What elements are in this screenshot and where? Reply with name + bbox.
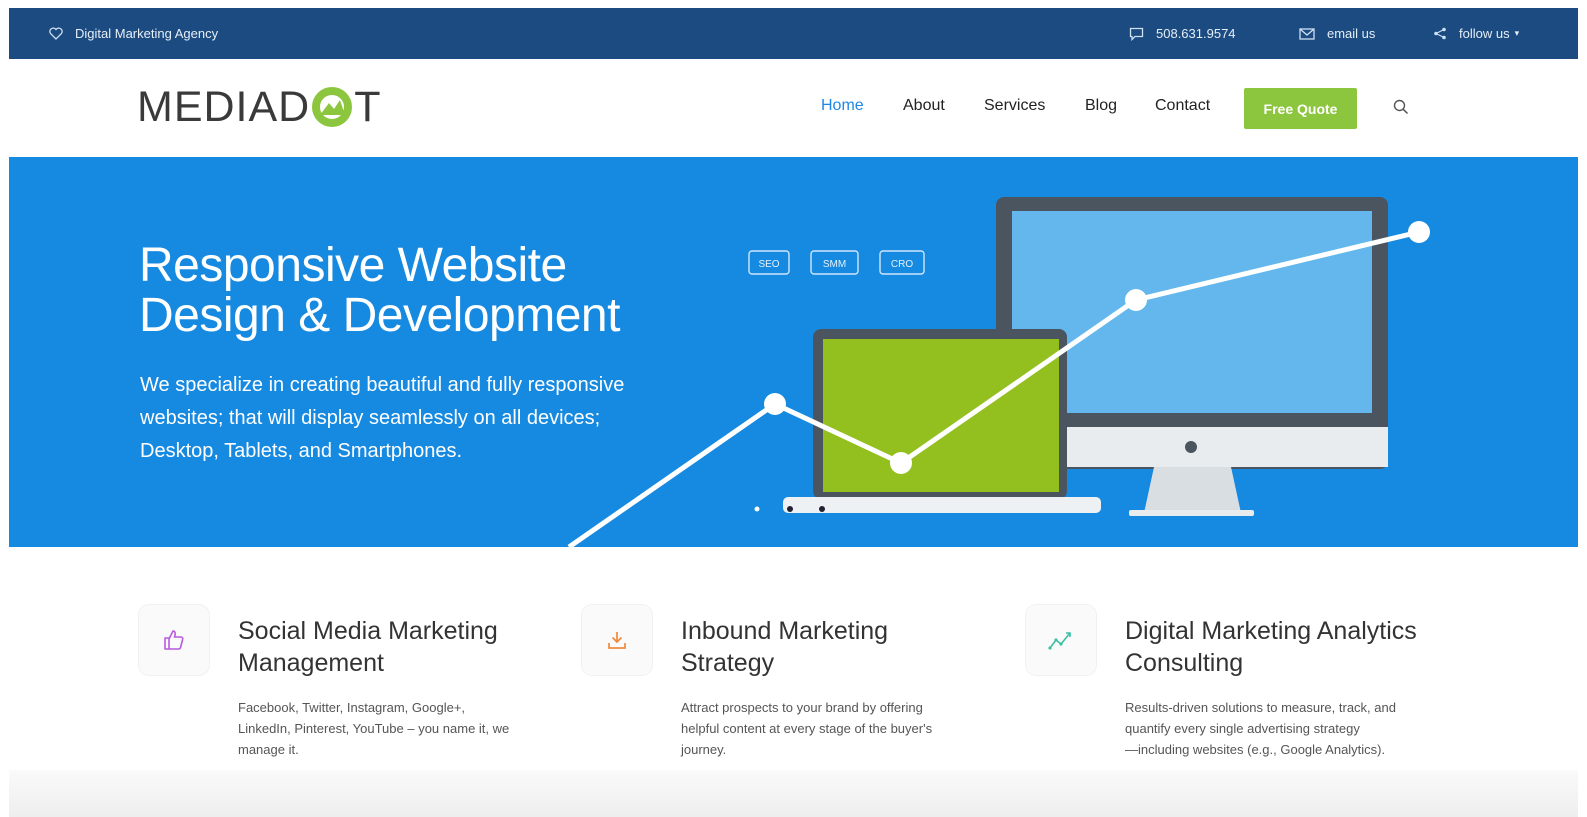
service-title-line2: Strategy (681, 649, 775, 677)
service-icon-box (1026, 605, 1096, 675)
top-bar: Digital Marketing Agency 508.631.9574 em… (9, 8, 1578, 59)
phone-number: 508.631.9574 (1156, 26, 1236, 41)
service-desc-line1: Facebook, Twitter, Instagram, Google+, (238, 700, 466, 715)
badge-smm-label: SMM (823, 259, 846, 270)
service-desc-line3: manage it. (238, 742, 299, 757)
chevron-down-icon: ▾ (1514, 28, 1520, 38)
service-desc-line2: helpful content at every stage of the bu… (681, 721, 933, 736)
badge-seo: SEO (748, 250, 790, 275)
follow-us-dropdown[interactable]: follow us ▾ (1433, 8, 1519, 59)
service-title-line2: Management (238, 649, 384, 677)
hero-body-line2: websites; that will display seamlessly o… (140, 407, 601, 429)
service-desc-line2: LinkedIn, Pinterest, YouTube – you name … (238, 721, 510, 736)
download-icon (608, 632, 626, 649)
service-title: Social Media Marketing Management (238, 615, 568, 679)
service-icon-box (582, 605, 652, 675)
trend-line-icon (1048, 632, 1071, 650)
phone-link[interactable]: 508.631.9574 (1129, 8, 1236, 59)
share-icon (1434, 27, 1446, 40)
service-desc-line3: —including websites (e.g., Google Analyt… (1125, 742, 1386, 757)
logo-dot-icon (312, 87, 353, 127)
search-icon[interactable] (1393, 99, 1409, 115)
service-desc-line1: Attract prospects to your brand by offer… (681, 700, 923, 715)
nav-blog[interactable]: Blog (1085, 97, 1117, 115)
logo-text-left: MEDIAD (137, 82, 311, 131)
service-desc-line3: journey. (681, 742, 727, 757)
heart-icon (49, 27, 63, 40)
hero-title-line1: Responsive Website (139, 239, 567, 292)
service-title: Digital Marketing Analytics Consulting (1125, 615, 1455, 679)
free-quote-button[interactable]: Free Quote (1244, 88, 1357, 129)
badge-seo-label: SEO (758, 259, 779, 270)
email-link[interactable]: email us (1299, 8, 1375, 59)
badge-smm: SMM (810, 250, 859, 275)
hero-body-line3: Desktop, Tablets, and Smartphones. (140, 440, 463, 462)
hero-title-line2: Design & Development (139, 289, 620, 342)
nav-contact[interactable]: Contact (1155, 97, 1210, 115)
hero-illustration: SEO SMM CRO (567, 197, 1430, 547)
follow-label: follow us (1459, 26, 1510, 41)
hero-body-line1: We specialize in creating beautiful and … (140, 374, 625, 396)
thumbs-up-icon (164, 630, 184, 650)
site-header: MEDIAD T Home About Services Blog Contac… (9, 59, 1578, 157)
tagline-text: Digital Marketing Agency (75, 26, 219, 41)
logo-text-right: T (354, 82, 382, 131)
badge-cro: CRO (879, 250, 925, 275)
nav-services[interactable]: Services (984, 97, 1045, 115)
service-title-line1: Inbound Marketing (681, 617, 889, 645)
badge-cro-label: CRO (891, 259, 913, 270)
hero-description: We specialize in creating beautiful and … (140, 369, 680, 468)
service-title: Inbound Marketing Strategy (681, 615, 1011, 679)
tagline: Digital Marketing Agency (49, 8, 218, 59)
chat-icon (1129, 27, 1144, 41)
nav-home[interactable]: Home (821, 97, 864, 115)
service-title-line1: Digital Marketing Analytics (1125, 617, 1417, 645)
site-logo[interactable]: MEDIAD T (137, 82, 382, 131)
service-title-line2: Consulting (1125, 649, 1244, 677)
service-description: Results-driven solutions to measure, tra… (1125, 697, 1465, 760)
hero-title: Responsive Website Design & Development (139, 241, 620, 341)
service-description: Attract prospects to your brand by offer… (681, 697, 1021, 760)
email-label: email us (1327, 26, 1376, 41)
hero-banner: SEO SMM CRO Responsive Website Design & … (9, 157, 1578, 547)
service-desc-line2: quantify every single advertising strate… (1125, 721, 1360, 736)
envelope-icon (1299, 27, 1315, 40)
service-desc-line1: Results-driven solutions to measure, tra… (1125, 700, 1396, 715)
service-icon-box (139, 605, 209, 675)
service-description: Facebook, Twitter, Instagram, Google+, L… (238, 697, 578, 760)
nav-about[interactable]: About (903, 97, 945, 115)
section-divider-band (9, 770, 1578, 817)
service-title-line1: Social Media Marketing (238, 617, 498, 645)
